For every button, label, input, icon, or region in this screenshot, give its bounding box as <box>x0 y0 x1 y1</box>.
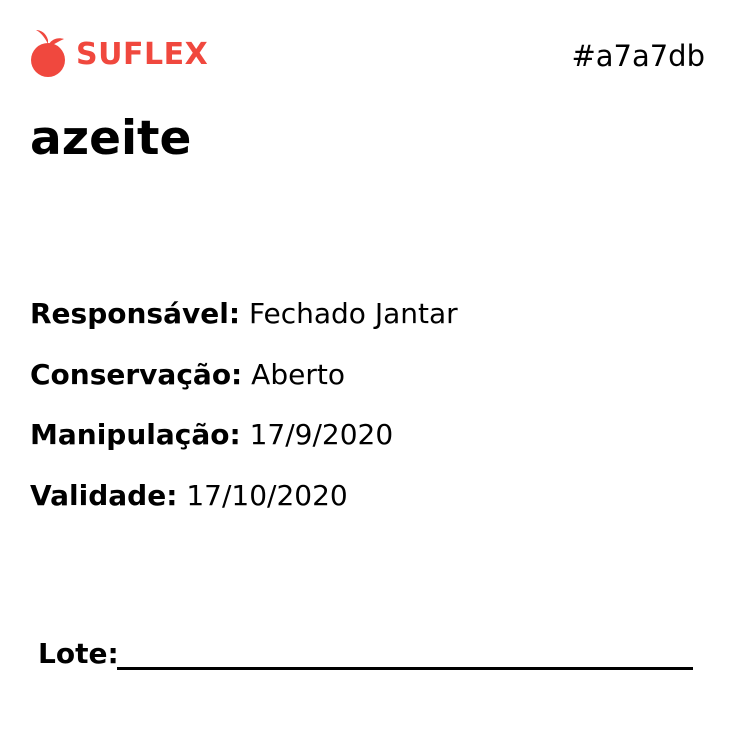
field-value: Fechado Jantar <box>248 297 458 330</box>
field-label: Responsável: <box>30 297 241 330</box>
field-manipulacao: Manipulação: 17/9/2020 <box>30 421 458 482</box>
label-fields: Responsável: Fechado Jantar Conservação:… <box>30 300 458 542</box>
brand-name: SUFLEX <box>76 37 209 72</box>
field-validade: Validade: 17/10/2020 <box>30 478 458 543</box>
field-label: Manipulação: <box>30 418 241 451</box>
lote-field: Lote: <box>38 637 693 670</box>
field-label: Conservação: <box>30 357 243 391</box>
lote-label: Lote: <box>38 637 119 670</box>
field-conservacao: Conservação: Aberto <box>30 357 458 422</box>
label-code: #a7a7db <box>571 39 705 73</box>
brand-logo: SUFLEX <box>30 28 208 78</box>
field-label: Validade: <box>30 478 178 512</box>
field-responsavel: Responsável: Fechado Jantar <box>30 300 458 361</box>
field-value: Aberto <box>251 357 345 391</box>
field-value: 17/10/2020 <box>186 478 348 512</box>
tomato-icon <box>31 30 65 77</box>
product-name: azeite <box>30 111 192 166</box>
lote-blank-line <box>116 667 693 670</box>
field-value: 17/9/2020 <box>249 418 394 451</box>
